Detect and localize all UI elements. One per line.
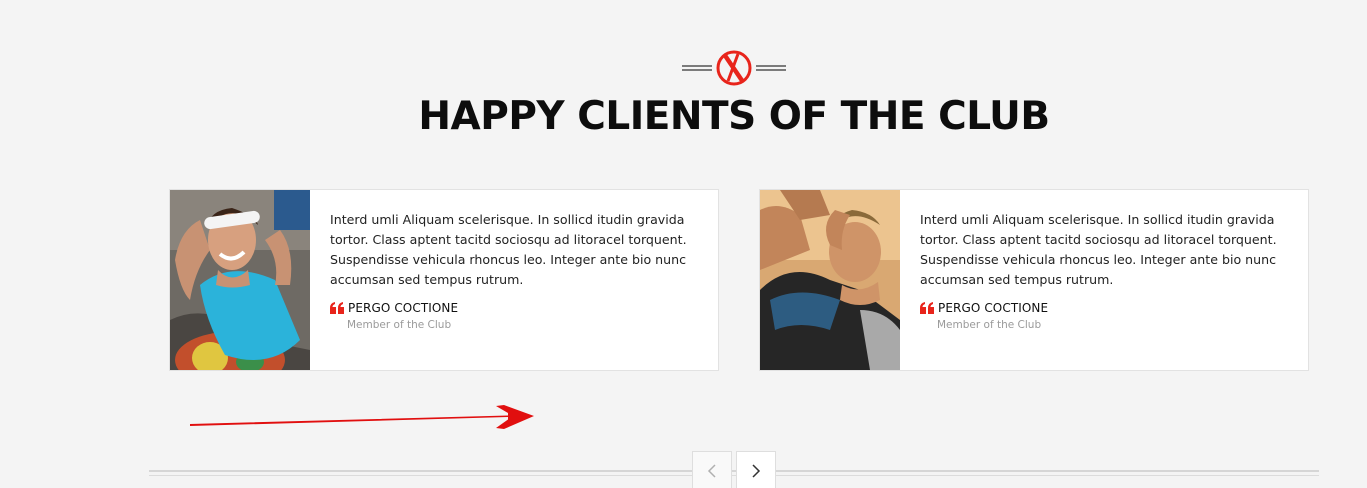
section-title: HAPPY CLIENTS OF THE CLUB [418, 94, 1050, 139]
crossed-circle-emblem-icon [682, 50, 786, 86]
red-arrow-icon [190, 405, 534, 429]
testimonial-card: Interd umli Aliquam scelerisque. In soll… [759, 189, 1309, 371]
client-photo-woman [170, 190, 310, 370]
testimonial-text: Interd umli Aliquam scelerisque. In soll… [920, 212, 1277, 287]
author-name: PERGO COCTIONE [348, 301, 459, 315]
author-role: Member of the Club [937, 319, 1042, 331]
testimonials-section: HAPPY CLIENTS OF THE CLUB Interd umli Al… [0, 0, 1367, 488]
author-name: PERGO COCTIONE [938, 301, 1049, 315]
chevron-right-icon [752, 464, 761, 478]
chevron-left-icon [707, 464, 716, 478]
testimonial-card: Interd umli Aliquam scelerisque. In soll… [169, 189, 719, 371]
carousel-divider [149, 470, 1319, 476]
client-photo-man [760, 190, 900, 370]
author-role: Member of the Club [347, 319, 452, 331]
carousel-prev-button[interactable] [692, 451, 732, 488]
quote-icon [330, 302, 344, 314]
testimonial-text: Interd umli Aliquam scelerisque. In soll… [330, 212, 687, 287]
carousel-next-button[interactable] [736, 451, 776, 488]
quote-icon [920, 302, 934, 314]
